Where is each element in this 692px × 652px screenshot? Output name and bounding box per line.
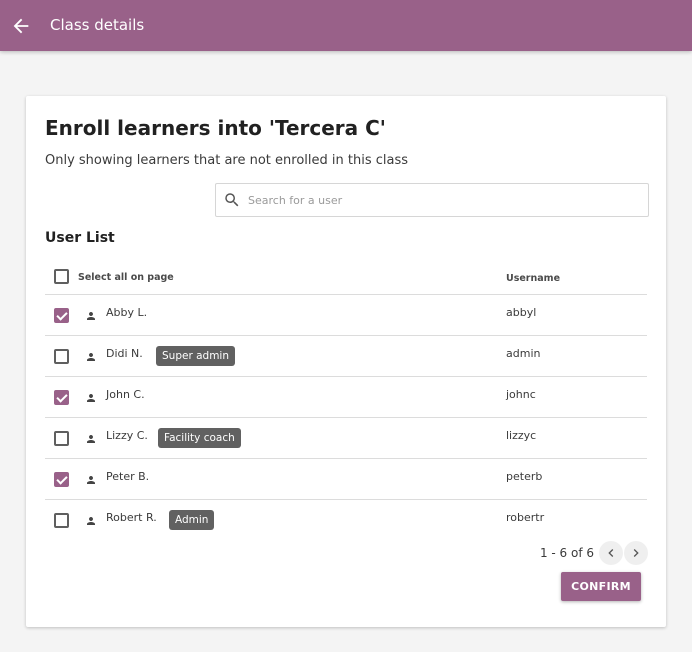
app-bar-title: Class details bbox=[50, 16, 145, 34]
arrow-left-icon[interactable] bbox=[10, 15, 32, 37]
username: peterb bbox=[506, 470, 543, 483]
chevron-right-icon bbox=[633, 549, 639, 557]
select-all-label: Select all on page bbox=[78, 272, 174, 283]
row-checkbox[interactable] bbox=[54, 308, 69, 323]
table-header: Select all on page Username bbox=[45, 261, 647, 295]
select-all-checkbox[interactable] bbox=[54, 269, 69, 284]
person-icon bbox=[85, 348, 97, 361]
user-list-title: User List bbox=[45, 230, 115, 246]
table-row[interactable]: Robert R. Admin robertr bbox=[45, 500, 647, 541]
username: lizzyc bbox=[506, 429, 537, 442]
page-title: Enroll learners into 'Tercera C' bbox=[45, 116, 386, 140]
person-icon bbox=[85, 389, 97, 402]
user-full-name: Didi N. bbox=[106, 347, 143, 360]
pagination: 1 - 6 of 6 bbox=[540, 540, 648, 566]
person-icon bbox=[85, 307, 97, 320]
user-kind-badge: Admin bbox=[169, 510, 215, 530]
row-checkbox[interactable] bbox=[54, 513, 69, 528]
row-checkbox[interactable] bbox=[54, 431, 69, 446]
table-row[interactable]: Abby L. abbyl bbox=[45, 295, 647, 336]
table-row[interactable]: Lizzy C. Facility coach lizzyc bbox=[45, 418, 647, 459]
table-row[interactable]: Peter B. peterb bbox=[45, 459, 647, 500]
user-full-name: John C. bbox=[106, 388, 145, 401]
page-subtitle: Only showing learners that are not enrol… bbox=[45, 153, 408, 168]
person-icon bbox=[85, 430, 97, 443]
confirm-button[interactable]: CONFIRM bbox=[561, 572, 641, 601]
enroll-card: Enroll learners into 'Tercera C' Only sh… bbox=[26, 96, 666, 627]
table-row[interactable]: Didi N. Super admin admin bbox=[45, 336, 647, 377]
username: robertr bbox=[506, 511, 545, 524]
username: johnc bbox=[506, 388, 536, 401]
user-kind-badge: Super admin bbox=[156, 346, 235, 366]
username: abbyl bbox=[506, 306, 537, 319]
next-page-button[interactable] bbox=[624, 541, 648, 565]
user-full-name: Abby L. bbox=[106, 306, 148, 319]
table-row[interactable]: John C. johnc bbox=[45, 377, 647, 418]
username-column-header: Username bbox=[506, 273, 561, 284]
user-table: Select all on page Username Abby L. abbyl… bbox=[45, 261, 647, 541]
prev-page-button[interactable] bbox=[599, 541, 623, 565]
user-kind-badge: Facility coach bbox=[158, 428, 241, 448]
person-icon bbox=[85, 471, 97, 484]
search-icon bbox=[223, 191, 241, 209]
chevron-left-icon bbox=[608, 549, 614, 557]
person-icon bbox=[85, 512, 97, 525]
user-full-name: Peter B. bbox=[106, 470, 150, 483]
search-input[interactable] bbox=[248, 190, 638, 210]
pagination-range: 1 - 6 of 6 bbox=[539, 546, 594, 560]
table-body: Abby L. abbyl Didi N. Super admin admin John … bbox=[45, 295, 647, 541]
row-checkbox[interactable] bbox=[54, 390, 69, 405]
row-checkbox[interactable] bbox=[54, 349, 69, 364]
user-full-name: Lizzy C. bbox=[106, 429, 148, 442]
user-full-name: Robert R. bbox=[106, 511, 157, 524]
row-checkbox[interactable] bbox=[54, 472, 69, 487]
app-bar: Class details bbox=[0, 0, 692, 51]
search-box bbox=[215, 183, 649, 217]
username: admin bbox=[506, 347, 541, 360]
